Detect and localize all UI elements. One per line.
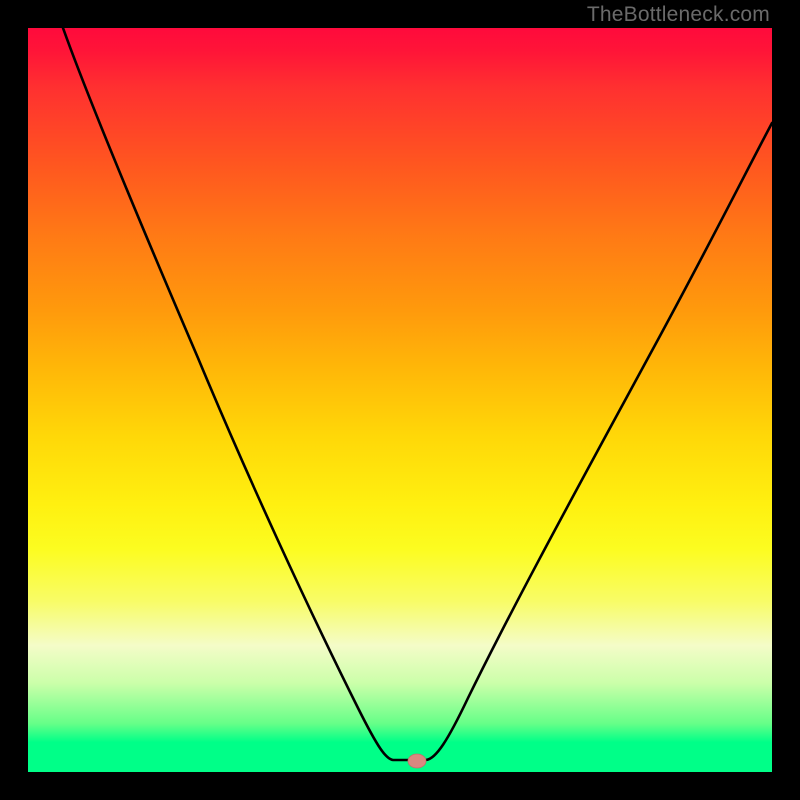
- target-marker: [408, 754, 426, 768]
- chart-container: TheBottleneck.com: [0, 0, 800, 800]
- bottleneck-curve-line: [63, 28, 772, 760]
- chart-overlay: [28, 28, 772, 772]
- watermark-text: TheBottleneck.com: [587, 3, 770, 27]
